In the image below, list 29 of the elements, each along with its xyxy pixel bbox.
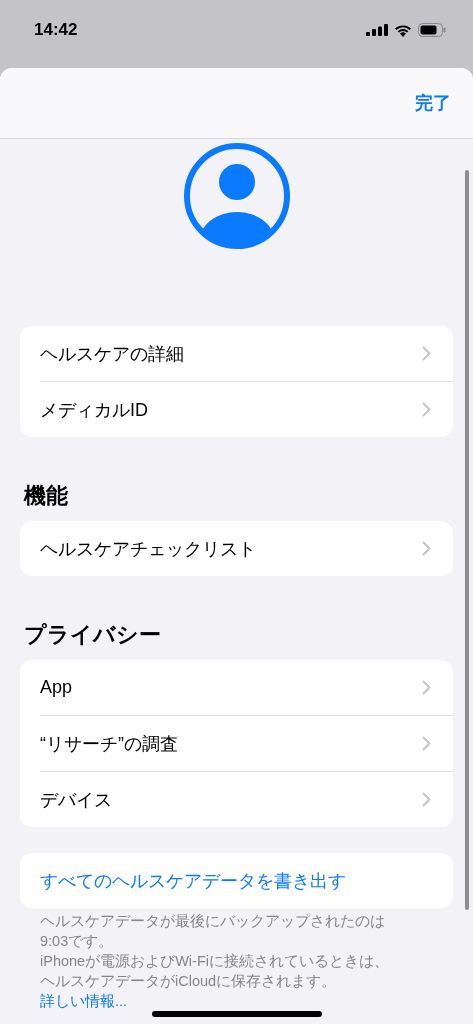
row-label: ヘルスケアの詳細 bbox=[40, 342, 184, 366]
row-label: デバイス bbox=[40, 788, 112, 812]
row-label: メディカルID bbox=[40, 398, 148, 422]
done-button[interactable]: 完了 bbox=[415, 91, 451, 115]
section-header: プライバシー bbox=[24, 621, 162, 649]
chevron-icon bbox=[422, 402, 431, 417]
export-button[interactable]: すべてのヘルスケアデータを書き出す bbox=[20, 853, 453, 908]
settings-row[interactable]: App bbox=[40, 660, 453, 715]
settings-row[interactable]: ヘルスケアチェックリスト bbox=[40, 521, 453, 576]
settings-row[interactable]: デバイス bbox=[40, 771, 453, 827]
signal-icon bbox=[366, 24, 388, 36]
chevron-icon bbox=[422, 736, 431, 751]
chevron-icon bbox=[422, 541, 431, 556]
chevron-icon bbox=[422, 680, 431, 695]
status-time: 14:42 bbox=[34, 20, 78, 40]
row-label: ヘルスケアチェックリスト bbox=[40, 537, 256, 561]
profile-avatar-icon bbox=[182, 142, 291, 250]
settings-row[interactable]: メディカルID bbox=[40, 381, 453, 437]
row-label: “リサーチ”の調査 bbox=[40, 732, 178, 756]
wifi-icon bbox=[394, 23, 412, 37]
chevron-icon bbox=[422, 346, 431, 361]
settings-row[interactable]: “リサーチ”の調査 bbox=[40, 715, 453, 771]
chevron-icon bbox=[422, 792, 431, 807]
settings-row[interactable]: ヘルスケアの詳細 bbox=[40, 326, 453, 381]
footer-text: ヘルスケアデータが最後にバックアップされたのは9:03です。 iPhoneが電源およびWi-Fiに接続されているときは、ヘルスケアデータがiCloudに保存されます。 詳しい情報... bbox=[40, 912, 390, 1011]
row-label: App bbox=[40, 677, 73, 698]
section-header: 機能 bbox=[24, 482, 69, 510]
battery-icon bbox=[418, 23, 446, 37]
learn-more-link[interactable]: 詳しい情報... bbox=[40, 993, 128, 1009]
